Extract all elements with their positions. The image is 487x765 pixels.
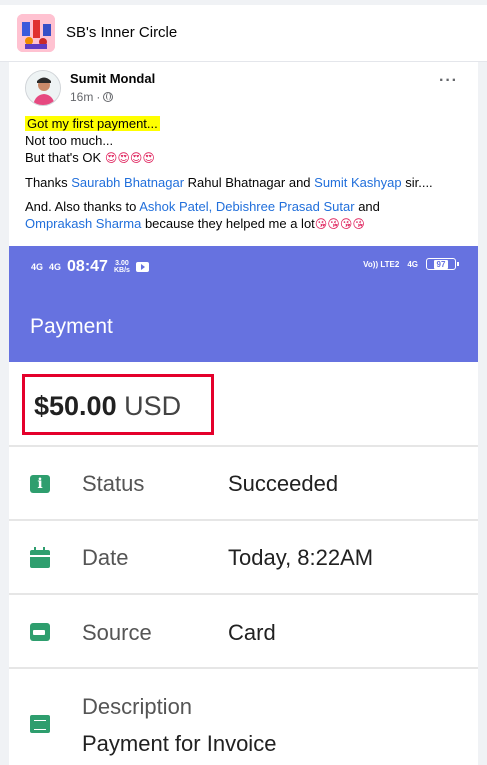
row-label: Source (82, 620, 152, 645)
row-value: Succeeded (228, 471, 339, 496)
status-clock: 08:47 (67, 258, 108, 275)
thanks-middle: Rahul Bhatnagar and (187, 175, 311, 190)
mention-link[interactable]: Omprakash Sharma (25, 216, 141, 231)
also-suffix: because they helped me a lot (144, 216, 315, 231)
signal-indicator: 4G (31, 261, 44, 272)
attached-screenshot[interactable]: 4G 4G 08:47 3.00 KB/s Vo)) LTE2 4G 97 Pa… (9, 246, 478, 765)
mention-link[interactable]: Ashok Patel (139, 199, 208, 214)
signal-indicator: 4G (49, 261, 62, 272)
mention-link[interactable]: Saurabh Bhatnagar (71, 175, 184, 190)
group-avatar[interactable] (17, 14, 55, 52)
comma: , (208, 199, 213, 214)
post-card: Sumit Mondal 16m · ··· Got my first paym… (9, 62, 478, 765)
battery-level: 97 (433, 259, 449, 269)
detail-row-date: Date Today, 8:22AM (9, 519, 478, 593)
row-value: Card (228, 620, 276, 645)
amount-highlight-box: $50.00 USD (22, 374, 214, 435)
more-options-button[interactable]: ··· (439, 73, 458, 89)
row-value: Today, 8:22AM (228, 545, 374, 570)
youtube-icon (135, 262, 149, 272)
network-indicator: 4G (407, 259, 418, 269)
calendar-icon (30, 547, 50, 568)
post-text: Got my first payment... Not too much... … (25, 115, 475, 233)
mention-link[interactable]: Sumit Kashyap (314, 175, 401, 190)
also-and: and (358, 199, 380, 214)
detail-row-source: Source Card (9, 593, 478, 667)
globe-icon (103, 92, 114, 102)
phone-status-bar: 4G 4G 08:47 3.00 KB/s Vo)) LTE2 4G 97 (9, 246, 478, 288)
post-line: Not too much... (25, 133, 114, 148)
net-speed-unit: KB/s (113, 267, 130, 274)
row-label: Description (82, 694, 193, 719)
kiss-emoji: 😘😘😘😘 (314, 217, 365, 231)
info-icon (30, 475, 50, 493)
payment-appbar: Payment (9, 288, 478, 362)
receipt-icon (30, 715, 50, 733)
mention-link[interactable]: Debishree Prasad Sutar (216, 199, 355, 214)
net-speed: 3.00 KB/s (114, 260, 130, 274)
group-title[interactable]: SB's Inner Circle (66, 24, 177, 41)
post-line: But that's OK (25, 150, 102, 165)
row-value: Payment for Invoice (82, 731, 277, 756)
heart-eyes-emoji: 😍😍😍😍 (104, 151, 155, 165)
detail-row-description: Description Payment for Invoice (9, 667, 478, 765)
row-label: Status (82, 471, 145, 496)
thanks-prefix: Thanks (25, 175, 68, 190)
highlighted-text: Got my first payment... (25, 116, 160, 131)
post-time[interactable]: 16m (70, 90, 93, 104)
volte-indicator: Vo)) LTE2 (363, 259, 400, 269)
amount-value: $50.00 (34, 391, 117, 421)
thanks-suffix: sir.... (405, 175, 433, 190)
author-avatar[interactable] (25, 70, 61, 106)
payment-amount: $50.00 USD (34, 391, 181, 422)
appbar-title: Payment (30, 315, 113, 338)
group-header: SB's Inner Circle (0, 0, 487, 62)
author-name[interactable]: Sumit Mondal (70, 71, 155, 86)
meta-separator: · (96, 90, 101, 104)
net-speed-value: 3.00 (115, 260, 129, 267)
amount-currency: USD (124, 391, 182, 421)
battery-icon: 97 (426, 258, 459, 270)
also-prefix: And. Also thanks to (25, 199, 137, 214)
detail-row-status: Status Succeeded (9, 445, 478, 519)
row-label: Date (82, 545, 129, 570)
post-meta: 16m · (70, 90, 114, 104)
wallet-icon (30, 623, 50, 641)
